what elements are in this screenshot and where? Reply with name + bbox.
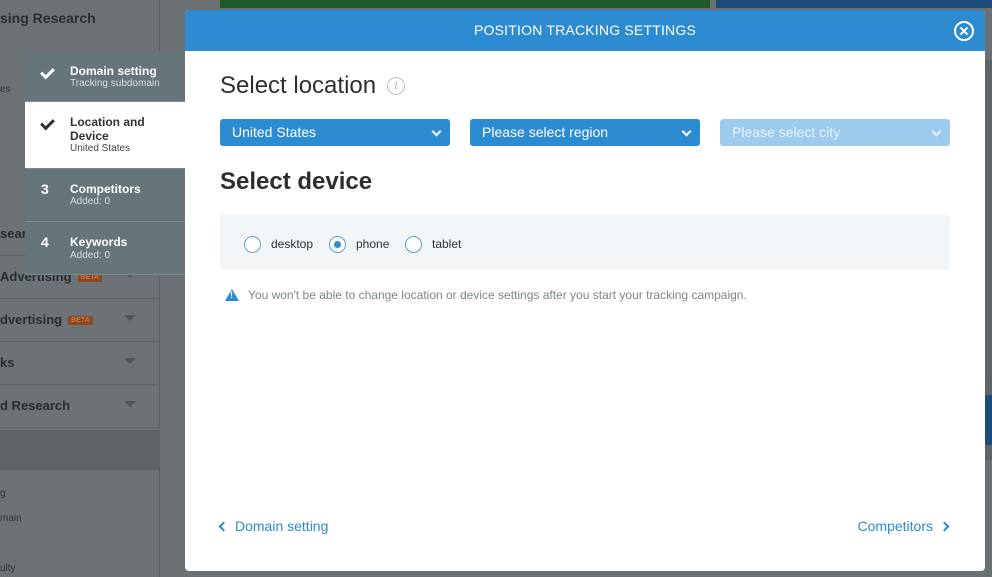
settings-warning: You won't be able to change location or … [225, 288, 747, 302]
step-title: Location and Device [70, 115, 145, 143]
device-label: tablet [432, 237, 462, 251]
step-subtitle: Added: 0 [70, 196, 111, 207]
step-title: Keywords [70, 235, 128, 249]
step-location-device[interactable]: Location and Device United States [25, 102, 185, 169]
background-strip [984, 395, 992, 445]
background-small-text: g [0, 488, 6, 499]
chevron-down-icon [931, 126, 942, 137]
radio-tablet[interactable] [405, 235, 422, 253]
step-title: Competitors [70, 182, 141, 196]
background-bar [716, 0, 992, 8]
warning-icon [225, 289, 239, 301]
region-select-value: Please select region [482, 124, 609, 140]
country-select[interactable]: United States [220, 119, 450, 146]
device-option-phone[interactable]: phone [329, 235, 389, 253]
city-select: Please select city [720, 119, 950, 146]
step-keywords[interactable]: 4 Keywords Added: 0 [25, 222, 185, 275]
step-subtitle: United States [70, 143, 131, 154]
device-option-tablet[interactable]: tablet [405, 235, 461, 253]
checkmark-icon [40, 114, 55, 131]
info-icon[interactable]: i [387, 77, 405, 95]
background-small-text: ulty [0, 563, 16, 574]
warning-text: You won't be able to change location or … [248, 288, 747, 302]
background-bar [220, 0, 710, 8]
chevron-down-icon [124, 358, 136, 364]
background-small-text: main [0, 513, 22, 524]
device-options: desktop phone tablet [220, 215, 950, 270]
chevron-right-icon [939, 521, 950, 531]
device-label: desktop [271, 237, 314, 251]
step-competitors[interactable]: 3 Competitors Added: 0 [25, 169, 185, 222]
position-tracking-settings-modal: POSITION TRACKING SETTINGS Select locati… [185, 10, 985, 571]
chevron-down-icon [124, 401, 136, 407]
select-device-heading: Select device [220, 168, 373, 195]
select-location-heading: Select location [220, 72, 377, 99]
background-small-text: es [0, 84, 11, 95]
radio-desktop[interactable] [244, 235, 261, 253]
chevron-left-icon [218, 521, 229, 531]
wizard-steps: Domain setting Tracking subdomain Locati… [25, 51, 185, 275]
back-link-domain-setting[interactable]: Domain setting [218, 518, 328, 534]
region-select[interactable]: Please select region [470, 119, 700, 146]
step-number: 4 [41, 234, 49, 250]
step-domain-setting[interactable]: Domain setting Tracking subdomain [25, 51, 185, 102]
background-sidebar-item: dvertising BETA [0, 299, 160, 342]
step-subtitle: Tracking subdomain [70, 78, 160, 89]
checkmark-icon [40, 63, 55, 80]
modal-title: POSITION TRACKING SETTINGS [474, 22, 696, 38]
chevron-down-icon [431, 126, 442, 137]
close-icon[interactable] [954, 21, 974, 41]
background-sidebar-item: d Research [0, 385, 160, 428]
background-sidebar-title: sing Research [0, 10, 96, 26]
modal-header: POSITION TRACKING SETTINGS [185, 10, 985, 51]
device-option-desktop[interactable]: desktop [244, 235, 313, 253]
step-number: 3 [41, 181, 49, 197]
background-sidebar-item: ks [0, 342, 160, 385]
next-link-competitors[interactable]: Competitors [858, 518, 950, 534]
radio-phone[interactable] [329, 235, 346, 253]
country-select-value: United States [232, 124, 317, 140]
chevron-down-icon [681, 126, 692, 137]
background-band [0, 430, 160, 470]
chevron-down-icon [124, 315, 136, 321]
step-subtitle: Added: 0 [70, 250, 111, 261]
step-title: Domain setting [70, 64, 157, 78]
device-label: phone [356, 237, 390, 251]
city-select-value: Please select city [732, 124, 841, 140]
